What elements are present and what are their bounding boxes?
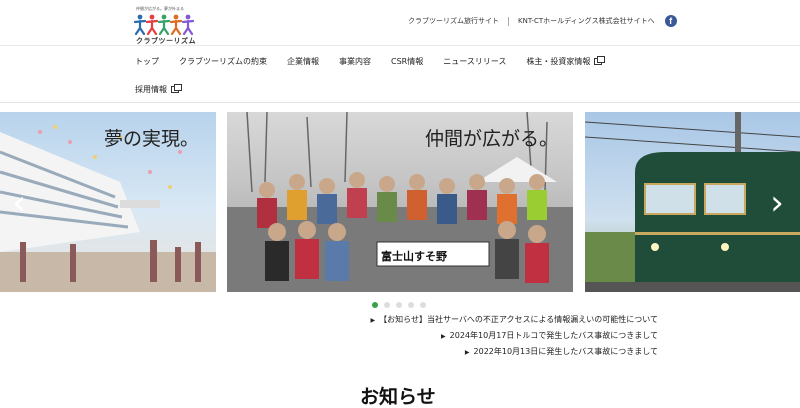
nav-item-investors[interactable]: 株主・投資家情報 [526,56,606,67]
hero-carousel: 夢の実現。 富士山すそ野 仲間が広がる。 ‹ › [0,112,800,292]
nav-item-top[interactable]: トップ [135,56,159,67]
external-link-icon [171,84,182,93]
triangle-right-icon: ▶ [441,333,446,340]
carousel-dot[interactable] [384,302,390,308]
carousel-next-button[interactable]: › [768,182,786,224]
site-logo[interactable]: 仲間が広がる。夢が叶まる クラブツーリズム [130,6,200,45]
carousel-dots [372,302,432,308]
news-item-text: 2024年10月17日トルコで発生したバス事故につきまして [449,331,658,340]
nav-item-business[interactable]: 事業内容 [339,56,371,67]
nav-item-promise[interactable]: クラブツーリズムの約束 [179,56,267,67]
slide-caption: 夢の実現。 [104,128,200,150]
carousel-dot[interactable] [408,302,414,308]
nav-item-news-release[interactable]: ニュースリリース [443,56,506,67]
travel-site-link[interactable]: クラブツーリズム旅行サイト [408,16,499,26]
nav-item-csr[interactable]: CSR情報 [391,56,423,67]
slide-caption: 仲間が広がる。 [425,128,559,150]
carousel-dot[interactable] [420,302,426,308]
holdings-site-link[interactable]: KNT-CTホールディングス株式会社サイトへ [518,16,655,26]
carousel-dot[interactable] [372,302,378,308]
external-link-icon [594,56,606,65]
carousel-dot[interactable] [396,302,402,308]
divider [508,16,509,26]
nav-item-investors-label: 株主・投資家情報 [526,57,591,66]
section-title: お知らせ [360,386,436,408]
site-header: 仲間が広がる。夢が叶まる クラブツーリズム クラブツーリズム旅行サイト KNT-… [0,0,800,103]
facebook-icon[interactable]: f [664,15,677,27]
logo-figures-icon [134,14,195,35]
carousel-prev-button[interactable]: ‹ [10,182,28,224]
news-ticker: ▶ 【お知らせ】当社サーバへの不正アクセスによる情報漏えいの可能性について ▶ 20… [370,312,658,360]
nav-item-company[interactable]: 企業情報 [287,56,319,67]
news-item[interactable]: ▶ 2024年10月17日トルコで発生したバス事故につきまして [370,328,658,344]
group-banner-text: 富士山すそ野 [381,250,447,263]
nav-item-recruit-label: 採用情報 [135,85,167,94]
carousel-slide-group[interactable]: 富士山すそ野 仲間が広がる。 [227,112,573,292]
triangle-right-icon: ▶ [370,317,376,324]
news-item-text: 2022年10月13日に発生したバス事故につきまして [473,347,658,356]
carousel-slide-cruise[interactable]: 夢の実現。 [0,112,216,292]
nav-item-recruit[interactable]: 採用情報 [135,84,182,95]
news-item[interactable]: ▶ 2022年10月13日に発生したバス事故につきまして [370,344,658,360]
divider [0,45,800,46]
main-nav: トップ クラブツーリズムの約束 企業情報 事業内容 CSR情報 ニュースリリース… [135,56,622,67]
news-item-text: 【お知らせ】当社サーバへの不正アクセスによる情報漏えいの可能性について [379,315,658,324]
logo-tagline: 仲間が広がる。夢が叶まる [136,6,184,11]
news-item[interactable]: ▶ 【お知らせ】当社サーバへの不正アクセスによる情報漏えいの可能性について [370,312,658,328]
top-links: クラブツーリズム旅行サイト KNT-CTホールディングス株式会社サイトへ f [408,15,677,27]
triangle-right-icon: ▶ [464,349,470,356]
